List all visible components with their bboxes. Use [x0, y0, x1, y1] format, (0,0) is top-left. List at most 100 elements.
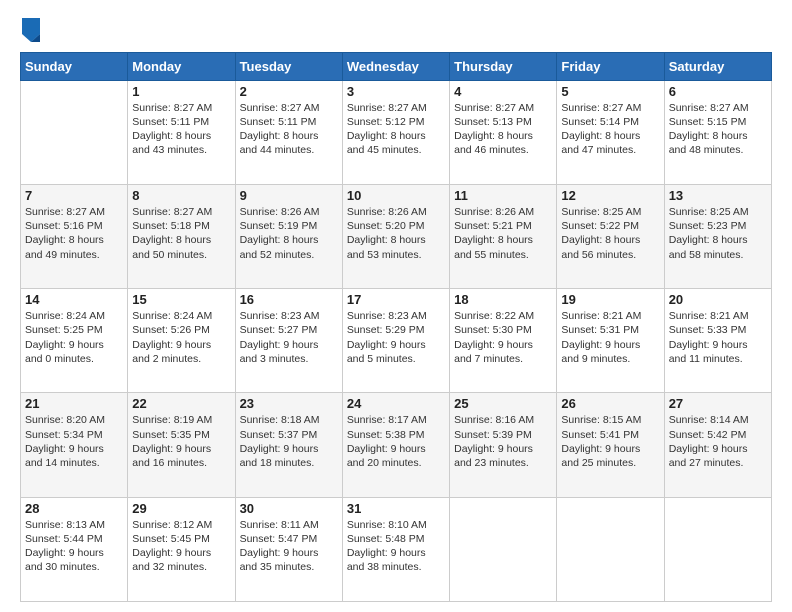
- cell-info: Sunrise: 8:27 AM Sunset: 5:18 PM Dayligh…: [132, 205, 230, 262]
- day-number: 2: [240, 84, 338, 99]
- calendar-cell: 10 Sunrise: 8:26 AM Sunset: 5:20 PM Dayli…: [342, 185, 449, 289]
- calendar-cell: [450, 497, 557, 601]
- calendar-header-row: SundayMondayTuesdayWednesdayThursdayFrid…: [21, 52, 772, 80]
- cell-info: Sunrise: 8:27 AM Sunset: 5:15 PM Dayligh…: [669, 101, 767, 158]
- calendar-week-row: 28 Sunrise: 8:13 AM Sunset: 5:44 PM Dayli…: [21, 497, 772, 601]
- cell-info: Sunrise: 8:26 AM Sunset: 5:21 PM Dayligh…: [454, 205, 552, 262]
- cell-info: Sunrise: 8:27 AM Sunset: 5:16 PM Dayligh…: [25, 205, 123, 262]
- day-number: 23: [240, 396, 338, 411]
- day-number: 26: [561, 396, 659, 411]
- logo-icon: [22, 18, 40, 42]
- calendar-cell: [664, 497, 771, 601]
- calendar-week-row: 7 Sunrise: 8:27 AM Sunset: 5:16 PM Daylig…: [21, 185, 772, 289]
- day-number: 22: [132, 396, 230, 411]
- day-number: 11: [454, 188, 552, 203]
- calendar-cell: 3 Sunrise: 8:27 AM Sunset: 5:12 PM Daylig…: [342, 80, 449, 184]
- calendar-cell: 14 Sunrise: 8:24 AM Sunset: 5:25 PM Dayli…: [21, 289, 128, 393]
- calendar-cell: 18Sunrise: 8:22 AM Sunset: 5:30 PM Dayli…: [450, 289, 557, 393]
- cell-info: Sunrise: 8:24 AM Sunset: 5:26 PM Dayligh…: [132, 309, 230, 366]
- day-number: 14: [25, 292, 123, 307]
- cell-info: Sunrise: 8:16 AM Sunset: 5:39 PM Dayligh…: [454, 413, 552, 470]
- day-number: 16: [240, 292, 338, 307]
- calendar-cell: 2 Sunrise: 8:27 AM Sunset: 5:11 PM Daylig…: [235, 80, 342, 184]
- calendar-cell: 27 Sunrise: 8:14 AM Sunset: 5:42 PM Dayli…: [664, 393, 771, 497]
- day-number: 8: [132, 188, 230, 203]
- day-number: 4: [454, 84, 552, 99]
- day-number: 3: [347, 84, 445, 99]
- day-number: 12: [561, 188, 659, 203]
- header: [20, 16, 772, 42]
- cell-info: Sunrise: 8:21 AM Sunset: 5:31 PM Dayligh…: [561, 309, 659, 366]
- calendar-cell: 11 Sunrise: 8:26 AM Sunset: 5:21 PM Dayli…: [450, 185, 557, 289]
- calendar-cell: 4Sunrise: 8:27 AM Sunset: 5:13 PM Daylig…: [450, 80, 557, 184]
- calendar-cell: 25 Sunrise: 8:16 AM Sunset: 5:39 PM Dayli…: [450, 393, 557, 497]
- calendar-cell: 15 Sunrise: 8:24 AM Sunset: 5:26 PM Dayli…: [128, 289, 235, 393]
- calendar-week-row: 14 Sunrise: 8:24 AM Sunset: 5:25 PM Dayli…: [21, 289, 772, 393]
- day-number: 13: [669, 188, 767, 203]
- calendar-week-row: 1 Sunrise: 8:27 AM Sunset: 5:11 PM Daylig…: [21, 80, 772, 184]
- day-number: 30: [240, 501, 338, 516]
- calendar-cell: 20 Sunrise: 8:21 AM Sunset: 5:33 PM Dayli…: [664, 289, 771, 393]
- cell-info: Sunrise: 8:26 AM Sunset: 5:20 PM Dayligh…: [347, 205, 445, 262]
- day-number: 28: [25, 501, 123, 516]
- calendar-cell: 13 Sunrise: 8:25 AM Sunset: 5:23 PM Dayli…: [664, 185, 771, 289]
- column-header-tuesday: Tuesday: [235, 52, 342, 80]
- calendar-cell: 22 Sunrise: 8:19 AM Sunset: 5:35 PM Dayli…: [128, 393, 235, 497]
- cell-info: Sunrise: 8:20 AM Sunset: 5:34 PM Dayligh…: [25, 413, 123, 470]
- cell-info: Sunrise: 8:27 AM Sunset: 5:11 PM Dayligh…: [132, 101, 230, 158]
- day-number: 24: [347, 396, 445, 411]
- cell-info: Sunrise: 8:14 AM Sunset: 5:42 PM Dayligh…: [669, 413, 767, 470]
- calendar-table: SundayMondayTuesdayWednesdayThursdayFrid…: [20, 52, 772, 602]
- page: SundayMondayTuesdayWednesdayThursdayFrid…: [0, 0, 792, 612]
- calendar-cell: 1 Sunrise: 8:27 AM Sunset: 5:11 PM Daylig…: [128, 80, 235, 184]
- day-number: 5: [561, 84, 659, 99]
- column-header-thursday: Thursday: [450, 52, 557, 80]
- day-number: 15: [132, 292, 230, 307]
- day-number: 7: [25, 188, 123, 203]
- cell-info: Sunrise: 8:24 AM Sunset: 5:25 PM Dayligh…: [25, 309, 123, 366]
- cell-info: Sunrise: 8:25 AM Sunset: 5:22 PM Dayligh…: [561, 205, 659, 262]
- calendar-cell: 19 Sunrise: 8:21 AM Sunset: 5:31 PM Dayli…: [557, 289, 664, 393]
- cell-info: Sunrise: 8:19 AM Sunset: 5:35 PM Dayligh…: [132, 413, 230, 470]
- logo: [20, 16, 40, 42]
- calendar-cell: [557, 497, 664, 601]
- column-header-saturday: Saturday: [664, 52, 771, 80]
- calendar-cell: 24 Sunrise: 8:17 AM Sunset: 5:38 PM Dayli…: [342, 393, 449, 497]
- day-number: 29: [132, 501, 230, 516]
- cell-info: Sunrise: 8:12 AM Sunset: 5:45 PM Dayligh…: [132, 518, 230, 575]
- calendar-cell: 21Sunrise: 8:20 AM Sunset: 5:34 PM Dayli…: [21, 393, 128, 497]
- day-number: 27: [669, 396, 767, 411]
- cell-info: Sunrise: 8:21 AM Sunset: 5:33 PM Dayligh…: [669, 309, 767, 366]
- calendar-cell: 5Sunrise: 8:27 AM Sunset: 5:14 PM Daylig…: [557, 80, 664, 184]
- cell-info: Sunrise: 8:27 AM Sunset: 5:11 PM Dayligh…: [240, 101, 338, 158]
- column-header-wednesday: Wednesday: [342, 52, 449, 80]
- day-number: 19: [561, 292, 659, 307]
- day-number: 9: [240, 188, 338, 203]
- calendar-cell: 30 Sunrise: 8:11 AM Sunset: 5:47 PM Dayli…: [235, 497, 342, 601]
- cell-info: Sunrise: 8:27 AM Sunset: 5:12 PM Dayligh…: [347, 101, 445, 158]
- cell-info: Sunrise: 8:11 AM Sunset: 5:47 PM Dayligh…: [240, 518, 338, 575]
- calendar-cell: 29 Sunrise: 8:12 AM Sunset: 5:45 PM Dayli…: [128, 497, 235, 601]
- calendar-cell: 12 Sunrise: 8:25 AM Sunset: 5:22 PM Dayli…: [557, 185, 664, 289]
- cell-info: Sunrise: 8:15 AM Sunset: 5:41 PM Dayligh…: [561, 413, 659, 470]
- cell-info: Sunrise: 8:25 AM Sunset: 5:23 PM Dayligh…: [669, 205, 767, 262]
- day-number: 6: [669, 84, 767, 99]
- cell-info: Sunrise: 8:26 AM Sunset: 5:19 PM Dayligh…: [240, 205, 338, 262]
- calendar-cell: 17Sunrise: 8:23 AM Sunset: 5:29 PM Dayli…: [342, 289, 449, 393]
- cell-info: Sunrise: 8:17 AM Sunset: 5:38 PM Dayligh…: [347, 413, 445, 470]
- day-number: 25: [454, 396, 552, 411]
- cell-info: Sunrise: 8:10 AM Sunset: 5:48 PM Dayligh…: [347, 518, 445, 575]
- calendar-cell: 16Sunrise: 8:23 AM Sunset: 5:27 PM Dayli…: [235, 289, 342, 393]
- day-number: 1: [132, 84, 230, 99]
- calendar-cell: 26 Sunrise: 8:15 AM Sunset: 5:41 PM Dayli…: [557, 393, 664, 497]
- calendar-cell: 28 Sunrise: 8:13 AM Sunset: 5:44 PM Dayli…: [21, 497, 128, 601]
- cell-info: Sunrise: 8:13 AM Sunset: 5:44 PM Dayligh…: [25, 518, 123, 575]
- day-number: 10: [347, 188, 445, 203]
- cell-info: Sunrise: 8:22 AM Sunset: 5:30 PM Dayligh…: [454, 309, 552, 366]
- day-number: 20: [669, 292, 767, 307]
- calendar-cell: 23 Sunrise: 8:18 AM Sunset: 5:37 PM Dayli…: [235, 393, 342, 497]
- cell-info: Sunrise: 8:18 AM Sunset: 5:37 PM Dayligh…: [240, 413, 338, 470]
- calendar-week-row: 21Sunrise: 8:20 AM Sunset: 5:34 PM Dayli…: [21, 393, 772, 497]
- calendar-cell: [21, 80, 128, 184]
- calendar-cell: 6 Sunrise: 8:27 AM Sunset: 5:15 PM Daylig…: [664, 80, 771, 184]
